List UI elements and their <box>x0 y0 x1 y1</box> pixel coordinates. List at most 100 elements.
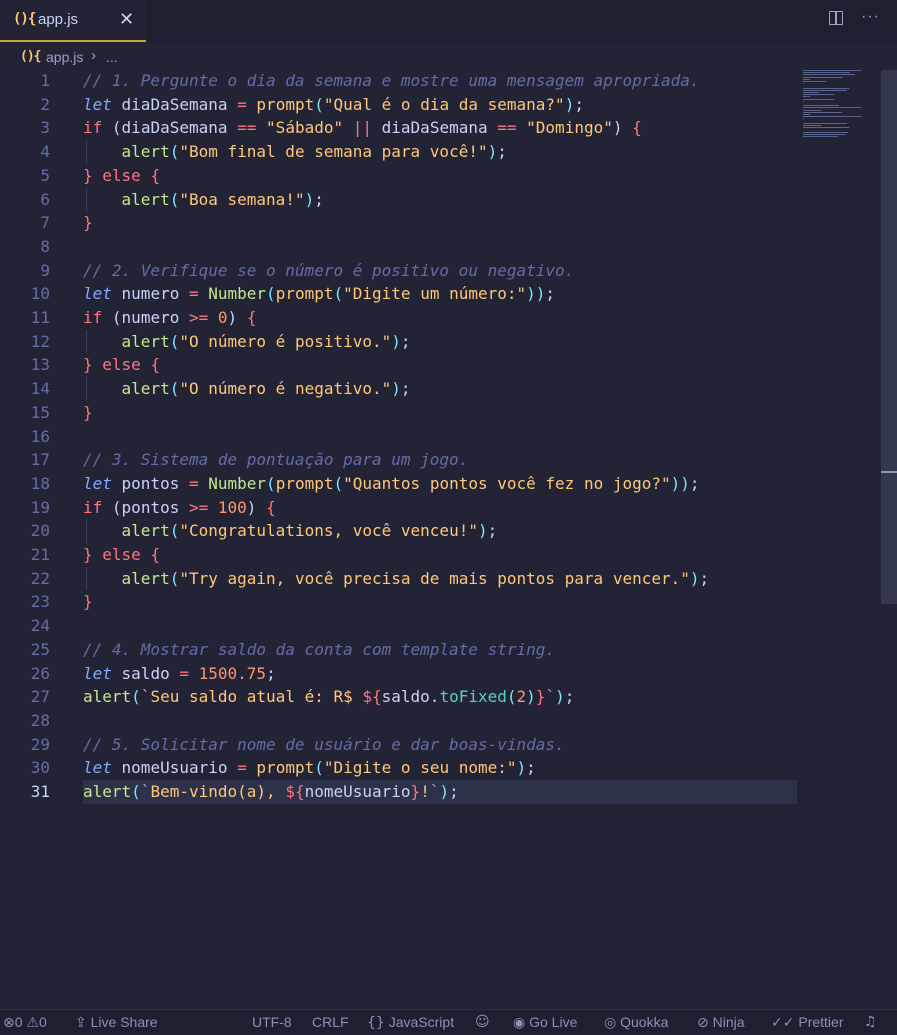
go-live-label: Go Live <box>529 1014 578 1030</box>
code-line[interactable] <box>0 425 800 449</box>
code-line-active[interactable]: alert(`Bem-vindo(a), ${nomeUsuario}!`); <box>83 780 797 804</box>
code-line[interactable] <box>0 235 800 259</box>
code-token: // 3. Sistema de pontuação para um jogo. <box>83 450 469 470</box>
code-token: ) <box>391 331 401 351</box>
code-line[interactable]: // 4. Mostrar saldo da conta com templat… <box>0 638 800 662</box>
ninja-button[interactable]: ⊘ Ninja <box>697 1014 745 1031</box>
code-line[interactable]: // 5. Solicitar nome de usuário e dar bo… <box>0 733 800 757</box>
prettier-button[interactable]: ✓✓ Prettier <box>771 1014 843 1031</box>
code-line[interactable]: alert("O número é positivo."); <box>0 330 800 354</box>
scrollbar-thumb[interactable] <box>881 70 897 604</box>
code-text: } else { <box>83 164 160 188</box>
code-token: >= <box>188 497 209 517</box>
code-token: ) <box>391 379 401 399</box>
code-text: // 4. Mostrar saldo da conta com templat… <box>83 638 555 662</box>
code-text: alert(`Bem-vindo(a), ${nomeUsuario}!`); <box>83 780 459 804</box>
status-bar: ⊗0 ⚠0 ⇪ Live Share UTF-8 CRLF {} JavaScr… <box>0 1009 897 1035</box>
breadcrumb: (){ app.js › ... <box>0 44 897 70</box>
code-text: alert(`Seu saldo atual é: R$ ${saldo.toF… <box>83 685 574 709</box>
minimap-line <box>803 98 834 100</box>
minimap-line <box>803 133 846 135</box>
code-line[interactable]: } else { <box>0 543 800 567</box>
error-count: 0 <box>14 1014 23 1030</box>
code-line[interactable]: // 2. Verifique se o número é positivo o… <box>0 259 800 283</box>
code-line[interactable]: } else { <box>0 353 800 377</box>
code-token: { <box>150 545 161 564</box>
code-token: let <box>83 663 112 683</box>
code-line[interactable]: let saldo = 1500.75; <box>0 662 800 686</box>
code-line[interactable]: alert("Congratulations, você venceu!"); <box>0 519 800 543</box>
code-text: alert("O número é positivo."); <box>83 330 411 354</box>
minimap-line <box>803 131 848 133</box>
code-token: ; <box>699 568 710 588</box>
breadcrumb-symbols[interactable]: ... <box>106 49 118 65</box>
code-line[interactable]: alert("O número é negativo."); <box>0 377 800 401</box>
code-line[interactable]: let numero = Number(prompt("Digite um nú… <box>0 282 800 306</box>
code-token: ) <box>612 118 623 138</box>
code-line[interactable]: // 1. Pergunte o dia da semana e mostre … <box>0 69 800 93</box>
code-line[interactable] <box>0 614 800 638</box>
code-line[interactable]: } <box>0 590 800 614</box>
tab-app-js[interactable]: (){ app.js ✕ <box>0 0 146 42</box>
code-line[interactable] <box>0 709 800 733</box>
code-token: ) <box>689 568 700 588</box>
code-token: ) <box>477 521 488 541</box>
code-line[interactable]: alert("Bom final de semana para você!"); <box>0 140 800 164</box>
double-check-icon: ✓✓ <box>771 1015 795 1031</box>
copilot-icon[interactable]: ☺ <box>475 1014 490 1030</box>
code-text: alert("Try again, você precisa de mais p… <box>83 567 710 591</box>
code-token: } <box>83 213 93 233</box>
problems-indicator[interactable]: ⊗0 ⚠0 <box>3 1014 47 1031</box>
code-token: if <box>83 497 103 517</box>
close-icon[interactable]: ✕ <box>119 9 134 30</box>
code-token: diaDaSemana <box>111 94 238 114</box>
code-line[interactable]: if (diaDaSemana == "Sábado" || diaDaSema… <box>0 116 800 140</box>
code-token: ( <box>169 521 180 541</box>
code-line[interactable]: } else { <box>0 164 800 188</box>
go-live-button[interactable]: ◉ Go Live <box>513 1014 577 1031</box>
code-token: "Sábado" <box>266 118 344 138</box>
code-line[interactable]: alert(`Seu saldo atual é: R$ ${saldo.toF… <box>0 685 800 709</box>
live-share-button[interactable]: ⇪ Live Share <box>75 1014 158 1031</box>
code-token: numero <box>111 284 189 304</box>
split-editor-icon[interactable] <box>829 11 843 25</box>
code-editor[interactable]: 1// 1. Pergunte o dia da semana e mostre… <box>0 69 897 1009</box>
code-token: // 1. Pergunte o dia da semana e mostre … <box>83 71 700 90</box>
breadcrumb-file[interactable]: app.js <box>46 49 83 65</box>
eol-button[interactable]: CRLF <box>312 1014 349 1030</box>
code-token: = <box>188 284 199 304</box>
chevron-right-icon: › <box>91 47 96 64</box>
code-token: } <box>83 545 93 564</box>
minimap[interactable] <box>803 70 873 140</box>
more-actions-icon[interactable]: ··· <box>861 8 880 26</box>
code-line[interactable]: if (numero >= 0) { <box>0 306 800 330</box>
code-token: )) <box>526 284 546 304</box>
encoding-button[interactable]: UTF-8 <box>252 1014 292 1030</box>
code-line[interactable]: let pontos = Number(prompt("Quantos pont… <box>0 472 800 496</box>
quokka-button[interactable]: ◎ Quokka <box>604 1014 668 1031</box>
code-line[interactable]: } <box>0 401 800 425</box>
code-token: "Bom final de semana para você!" <box>179 142 488 162</box>
code-token: ; <box>574 94 584 114</box>
code-line[interactable]: alert("Boa semana!"); <box>0 188 800 212</box>
language-mode-button[interactable]: {} JavaScript <box>367 1014 454 1031</box>
code-token: { <box>632 118 642 138</box>
prettier-label: Prettier <box>798 1014 844 1030</box>
code-text: let numero = Number(prompt("Digite um nú… <box>83 282 555 306</box>
code-token: ) <box>516 758 527 778</box>
code-line[interactable]: let nomeUsuario = prompt("Digite o seu n… <box>0 756 800 780</box>
code-text: alert("Bom final de semana para você!"); <box>83 140 507 164</box>
code-line[interactable]: } <box>0 211 800 235</box>
bell-icon[interactable]: ♫ <box>864 1014 877 1030</box>
code-token: ; <box>526 758 536 778</box>
code-line[interactable]: alert("Try again, você precisa de mais p… <box>0 567 800 591</box>
code-line[interactable]: if (pontos >= 100) { <box>0 496 800 520</box>
code-token: ; <box>564 687 575 707</box>
code-token: ) <box>555 687 565 707</box>
code-line[interactable]: // 3. Sistema de pontuação para um jogo. <box>0 448 800 472</box>
code-line[interactable]: let diaDaSemana = prompt("Qual é o dia d… <box>0 93 800 117</box>
